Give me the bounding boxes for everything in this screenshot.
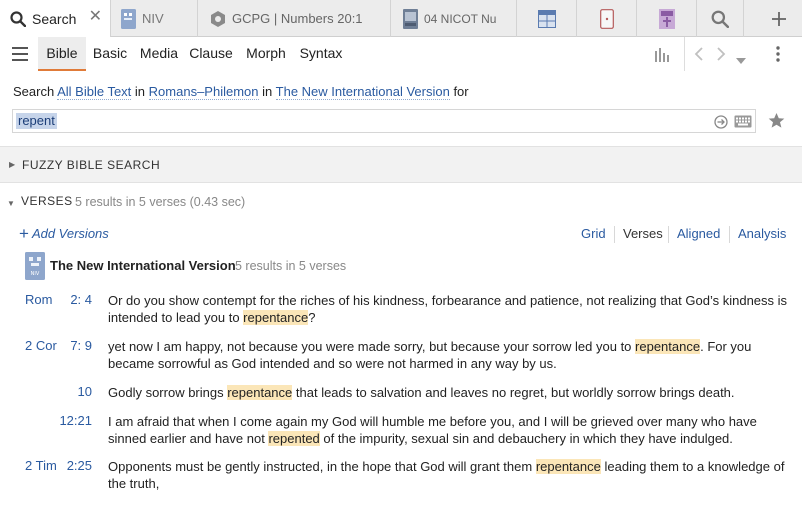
keyboard-icon[interactable] [734, 115, 752, 131]
verse-text: Godly sorrow brings [108, 385, 228, 400]
tab-search-2[interactable] [697, 0, 744, 37]
plus-icon [771, 11, 787, 27]
add-versions-button[interactable]: + Add Versions [19, 223, 109, 243]
book-cover-icon [658, 8, 675, 29]
toolbar-divider [684, 37, 685, 71]
tab-bible[interactable]: Bible [38, 37, 86, 71]
version-name[interactable]: The New International Version [50, 258, 236, 273]
search-hit[interactable]: repentance [243, 310, 309, 325]
caret-down-icon[interactable]: ▼ [7, 199, 15, 208]
caret-right-icon: ▶ [9, 160, 16, 169]
fuzzy-search-section[interactable]: ▶ FUZZY BIBLE SEARCH [0, 146, 802, 183]
chevron-down-icon[interactable] [736, 52, 746, 67]
result-book[interactable]: Rom [25, 292, 52, 307]
tab-label: Search [32, 11, 77, 27]
result-reference[interactable]: 10 [56, 384, 92, 399]
verse-text: that leads to salvation and leaves no re… [292, 385, 735, 400]
tab-morph[interactable]: Morph [243, 37, 289, 71]
search-prefix: Search [13, 84, 55, 99]
result-reference[interactable]: 12:21 [56, 413, 92, 428]
view-analysis[interactable]: Analysis [738, 226, 786, 241]
search-hit[interactable]: repented [268, 431, 320, 446]
tab-label: 04 NICOT Nu [424, 11, 497, 26]
tab-bar: Search ✕ NIV GCPG | Numbers 20:1 04 NICO… [0, 0, 802, 38]
search-hit[interactable]: repentance [535, 459, 601, 474]
close-icon[interactable]: ✕ [89, 9, 102, 25]
result-reference[interactable]: 2: 4 [56, 292, 92, 307]
book-cover-icon [403, 8, 418, 29]
result-text: I am afraid that when I come again my Go… [108, 413, 794, 447]
back-icon[interactable] [694, 47, 704, 64]
search-input[interactable]: repent [12, 109, 756, 133]
tab-basic[interactable]: Basic [89, 37, 131, 71]
scope-link[interactable]: All Bible Text [57, 84, 132, 100]
result-book[interactable]: 2 Cor [25, 338, 57, 353]
search-icon [711, 10, 729, 28]
tab-nicot[interactable]: 04 NICOT Nu [391, 0, 517, 37]
result-text: Godly sorrow brings repentance that lead… [108, 384, 794, 401]
version-summary: 5 results in 5 verses [235, 259, 347, 273]
result-text: yet now I am happy, not because you were… [108, 338, 794, 372]
forward-icon[interactable] [716, 47, 726, 64]
in-text: in [262, 84, 273, 99]
table-icon [537, 9, 556, 28]
view-grid[interactable]: Grid [581, 226, 606, 241]
tab-cover[interactable] [637, 0, 697, 37]
tab-clause[interactable]: Clause [188, 37, 234, 71]
result-text: Opponents must be gently instructed, in … [108, 458, 794, 492]
in-text: in [134, 84, 146, 99]
tab-label: NIV [142, 11, 164, 26]
tab-table[interactable] [517, 0, 577, 37]
divider [729, 226, 730, 243]
verse-text: Or do you show contempt for the riches o… [108, 293, 788, 325]
tab-gcpg[interactable]: GCPG | Numbers 20:1 [198, 0, 391, 37]
verses-summary: 5 results in 5 verses (0.43 sec) [75, 195, 246, 209]
view-verses[interactable]: Verses [623, 226, 663, 241]
star-icon[interactable] [768, 112, 785, 132]
search-hit[interactable]: repentance [635, 339, 701, 354]
go-arrow-icon[interactable] [714, 115, 728, 132]
search-icon [10, 11, 26, 27]
tab-phone[interactable] [577, 0, 637, 37]
tab-media[interactable]: Media [137, 37, 181, 71]
verse-text: ? [308, 310, 316, 325]
new-tab-button[interactable] [756, 0, 802, 37]
toolbar: Bible Basic Media Clause Morph Syntax [0, 37, 802, 71]
tab-search[interactable]: Search ✕ [0, 0, 111, 38]
phone-icon [599, 8, 614, 29]
plus-icon: + [19, 223, 29, 243]
hamburger-menu-icon[interactable] [12, 47, 28, 61]
result-text: Or do you show contempt for the riches o… [108, 292, 794, 326]
tab-niv[interactable]: NIV [111, 0, 198, 37]
search-query: repent [16, 113, 57, 129]
verses-title: VERSES [21, 194, 73, 208]
search-description: Search All Bible Text in Romans–Philemon… [13, 84, 469, 100]
divider [614, 226, 615, 243]
niv-icon-label: NIV [31, 271, 40, 277]
tab-label: GCPG | Numbers 20:1 [232, 11, 363, 26]
verse-text: Opponents must be gently instructed, in … [108, 459, 536, 474]
range-link[interactable]: Romans–Philemon [148, 84, 259, 100]
result-reference[interactable]: 2:25 [56, 458, 92, 473]
niv-book-icon: NIV [25, 252, 45, 283]
book-icon [121, 8, 136, 29]
more-options-icon[interactable] [776, 46, 780, 65]
verse-text: of the impurity, sexual sin and debauche… [319, 431, 733, 446]
for-text: for [453, 84, 469, 99]
version-link[interactable]: The New International Version [275, 84, 450, 100]
add-versions-label: Add Versions [31, 226, 109, 241]
divider [668, 226, 669, 243]
view-aligned[interactable]: Aligned [677, 226, 720, 241]
verse-text: yet now I am happy, not because you were… [108, 339, 636, 354]
search-hit[interactable]: repentance [227, 385, 293, 400]
tab-syntax[interactable]: Syntax [297, 37, 345, 71]
hexagon-icon [210, 10, 226, 28]
result-reference[interactable]: 7: 9 [56, 338, 92, 353]
result-book[interactable]: 2 Tim [25, 458, 57, 473]
section-title: FUZZY BIBLE SEARCH [22, 158, 161, 172]
stats-icon[interactable] [654, 48, 670, 65]
